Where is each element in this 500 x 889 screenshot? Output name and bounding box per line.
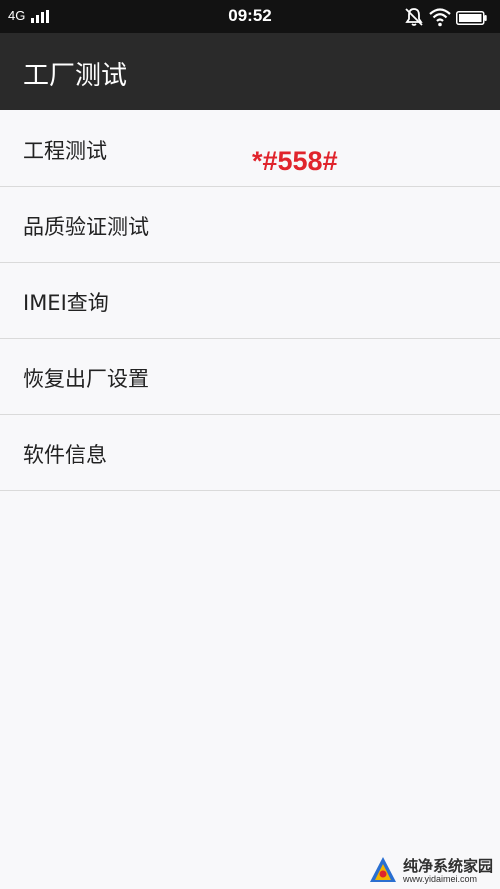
menu-item-label: 品质验证测试	[23, 215, 149, 239]
battery-icon	[456, 10, 487, 25]
menu-item-label: 工程测试	[23, 139, 107, 163]
wifi-icon	[429, 7, 451, 31]
menu-item-software-info[interactable]: 软件信息	[0, 415, 500, 491]
status-time: 09:52	[228, 6, 272, 25]
mute-notification-icon	[404, 7, 424, 31]
status-bar: 4G 09:52	[0, 0, 500, 33]
page-title: 工厂测试	[23, 61, 128, 91]
factory-test-menu: 工程测试 品质验证测试 IMEI查询 恢复出厂设置 软件信息	[0, 111, 500, 491]
menu-item-factory-reset[interactable]: 恢复出厂设置	[0, 339, 500, 415]
menu-item-label: IMEI查询	[23, 291, 109, 315]
app-bar: 工厂测试	[0, 33, 500, 110]
dial-code-annotation: *#558#	[252, 146, 338, 176]
menu-item-label: 软件信息	[23, 443, 107, 467]
menu-item-engineering-test[interactable]: 工程测试	[0, 111, 500, 187]
menu-item-label: 恢复出厂设置	[23, 367, 149, 391]
watermark-logo-icon	[367, 855, 399, 889]
menu-item-imei-query[interactable]: IMEI查询	[0, 263, 500, 339]
watermark-url: www.yidaimei.com	[403, 874, 478, 884]
site-watermark: 纯净系统家园 www.yidaimei.com	[367, 855, 497, 885]
menu-item-quality-verification-test[interactable]: 品质验证测试	[0, 187, 500, 263]
watermark-text: 纯净系统家园	[403, 857, 494, 875]
